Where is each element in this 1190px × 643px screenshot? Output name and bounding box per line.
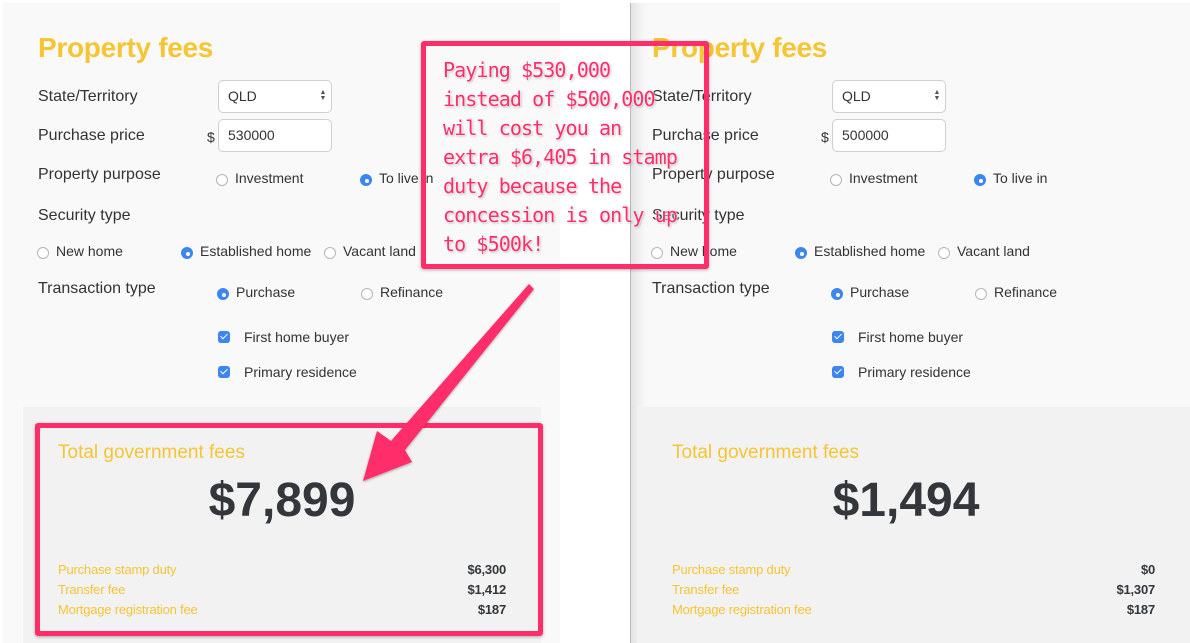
first-home-buyer-checkbox[interactable]: First home buyer <box>218 329 349 345</box>
calculator-panel-right: Property fees State/Territory QLD ▲ ▼ Pur… <box>630 3 1190 643</box>
fee-value: $187 <box>1126 602 1155 617</box>
purpose-option-live-in[interactable]: To live in <box>974 170 1047 186</box>
radio-selected-icon <box>360 174 372 186</box>
option-label: Refinance <box>380 284 444 300</box>
option-label: Purchase <box>850 284 910 300</box>
security-option-vacant-land[interactable]: Vacant land <box>938 243 1030 259</box>
checkbox-checked-icon <box>218 331 230 343</box>
state-label: State/Territory <box>38 88 138 105</box>
security-option-established-home[interactable]: Established home <box>181 243 311 259</box>
option-label: Vacant land <box>343 243 416 259</box>
total-fees-value: $1,494 <box>832 474 980 527</box>
price-input[interactable]: 500000 <box>832 119 946 152</box>
radio-icon <box>216 174 228 186</box>
results-title: Total government fees <box>672 442 859 463</box>
security-option-new-home[interactable]: New home <box>37 243 123 259</box>
fee-value: $0 <box>1140 562 1155 577</box>
first-home-buyer-checkbox[interactable]: First home buyer <box>832 329 963 345</box>
transaction-label: Transaction type <box>652 280 770 297</box>
transaction-option-purchase[interactable]: Purchase <box>831 284 909 300</box>
radio-selected-icon <box>795 247 807 259</box>
fee-row: Mortgage registration fee $187 <box>672 602 1155 617</box>
option-label: Investment <box>235 170 304 186</box>
checkbox-label: Primary residence <box>244 364 357 380</box>
fee-row: Transfer fee $1,307 <box>672 582 1155 597</box>
purpose-option-investment[interactable]: Investment <box>216 170 303 186</box>
security-option-established-home[interactable]: Established home <box>795 243 925 259</box>
fee-value: $1,307 <box>1116 582 1155 597</box>
transaction-option-refinance[interactable]: Refinance <box>361 284 443 300</box>
checkbox-label: First home buyer <box>858 329 964 345</box>
option-label: To live in <box>993 170 1048 186</box>
security-label: Security type <box>38 207 131 224</box>
page-title: Property fees <box>38 32 214 63</box>
radio-icon <box>37 247 49 259</box>
option-label: Vacant land <box>957 243 1030 259</box>
radio-icon <box>830 174 842 186</box>
select-arrows-icon: ▲ ▼ <box>933 89 941 102</box>
primary-residence-checkbox[interactable]: Primary residence <box>218 364 357 380</box>
checkbox-label: First home buyer <box>244 329 350 345</box>
checkbox-checked-icon <box>832 366 844 378</box>
radio-selected-icon <box>831 288 843 300</box>
results-box: Total government fees $1,494 Purchase st… <box>637 407 1190 643</box>
security-option-vacant-land[interactable]: Vacant land <box>324 243 416 259</box>
radio-icon <box>975 288 987 300</box>
checkbox-checked-icon <box>832 331 844 343</box>
option-label: Investment <box>849 170 918 186</box>
option-label: Established home <box>814 243 926 259</box>
fee-name: Transfer fee <box>672 582 740 597</box>
option-label: Established home <box>200 243 312 259</box>
radio-icon <box>938 247 950 259</box>
state-select-value: QLD <box>842 88 871 104</box>
select-arrows-icon: ▲ ▼ <box>319 89 327 102</box>
transaction-option-purchase[interactable]: Purchase <box>217 284 295 300</box>
primary-residence-checkbox[interactable]: Primary residence <box>832 364 971 380</box>
option-label: Refinance <box>994 284 1058 300</box>
currency-symbol: $ <box>207 129 215 145</box>
checkbox-checked-icon <box>218 366 230 378</box>
checkbox-label: Primary residence <box>858 364 971 380</box>
radio-icon <box>361 288 373 300</box>
annotation-callout-text: Paying $530,000 instead of $500,000 will… <box>443 58 678 256</box>
transaction-label: Transaction type <box>38 280 156 297</box>
currency-symbol: $ <box>821 129 829 145</box>
purpose-option-investment[interactable]: Investment <box>830 170 917 186</box>
radio-icon <box>324 247 336 259</box>
fee-name: Purchase stamp duty <box>672 562 791 577</box>
fee-row: Purchase stamp duty $0 <box>672 562 1155 577</box>
option-label: Purchase <box>236 284 296 300</box>
radio-selected-icon <box>974 174 986 186</box>
price-label: Purchase price <box>38 127 145 144</box>
transaction-option-refinance[interactable]: Refinance <box>975 284 1057 300</box>
fee-name: Mortgage registration fee <box>672 602 812 617</box>
annotation-highlight-box <box>35 423 543 636</box>
state-select[interactable]: QLD ▲ ▼ <box>218 80 332 113</box>
state-select-value: QLD <box>228 88 257 104</box>
purpose-label: Property purpose <box>38 166 161 183</box>
radio-selected-icon <box>181 247 193 259</box>
radio-selected-icon <box>217 288 229 300</box>
price-input[interactable]: 530000 <box>218 119 332 152</box>
state-select[interactable]: QLD ▲ ▼ <box>832 80 946 113</box>
option-label: New home <box>56 243 123 259</box>
